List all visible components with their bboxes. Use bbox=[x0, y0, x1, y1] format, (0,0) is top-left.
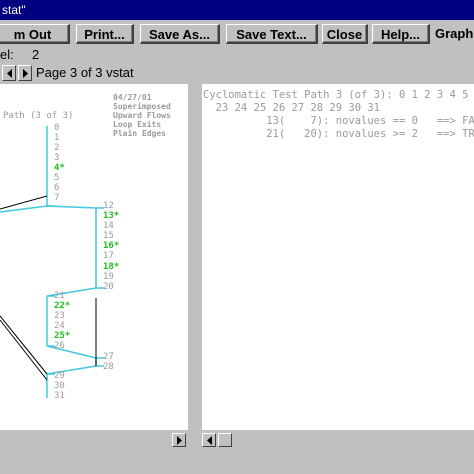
node-label: 2 bbox=[54, 143, 59, 153]
legend-superimposed: Superimposed bbox=[113, 101, 171, 111]
scroll-thumb-right-pane[interactable] bbox=[218, 433, 232, 447]
path-report: Cyclomatic Test Path 3 (of 3): 0 1 2 3 4… bbox=[203, 89, 474, 140]
node-label-highlight: 4* bbox=[54, 163, 65, 173]
node-label: 1 bbox=[54, 133, 59, 143]
node-label: 30 bbox=[54, 381, 65, 391]
graph-pane[interactable]: Path (3 of 3) 04/27/01 Superimposed Upwa… bbox=[0, 84, 189, 430]
node-label: 12 bbox=[103, 201, 114, 211]
save-as-button[interactable]: Save As... bbox=[140, 24, 220, 44]
text-pane[interactable]: Cyclomatic Test Path 3 (of 3): 0 1 2 3 4… bbox=[202, 84, 474, 430]
node-label: 29 bbox=[54, 371, 65, 381]
arrow-right-icon bbox=[177, 436, 182, 445]
window-titlebar: stat" bbox=[0, 0, 474, 20]
flow-graph: Path (3 of 3) 04/27/01 Superimposed Upwa… bbox=[0, 93, 171, 401]
pane-divider[interactable] bbox=[188, 84, 202, 430]
node-label: 17 bbox=[103, 251, 114, 261]
level-row: el: 2 bbox=[0, 46, 474, 64]
level-label: el: bbox=[0, 47, 14, 62]
report-line: Cyclomatic Test Path 3 (of 3): 0 1 2 3 4… bbox=[203, 89, 469, 101]
node-label: 14 bbox=[103, 221, 114, 231]
node-label: 26 bbox=[54, 341, 65, 351]
window-title: stat" bbox=[2, 3, 26, 17]
node-label-highlight: 13* bbox=[103, 211, 119, 221]
legend-upward-flows: Upward Flows bbox=[113, 111, 171, 120]
graph-header: Path (3 of 3) bbox=[3, 111, 73, 121]
node-label: 27 bbox=[103, 352, 114, 362]
plain-edges bbox=[0, 195, 97, 381]
node-label: 0 bbox=[54, 123, 59, 133]
scroll-left-button-right-pane[interactable] bbox=[202, 433, 216, 447]
page-indicator: Page 3 of 3 vstat bbox=[36, 65, 134, 80]
node-label: 23 bbox=[54, 311, 65, 321]
node-label: 19 bbox=[103, 272, 114, 282]
report-line: 13( 7): novalues == 0 ==> FALSE bbox=[203, 115, 474, 127]
node-label: 24 bbox=[54, 321, 65, 331]
node-label: 7 bbox=[54, 193, 59, 203]
legend-date: 04/27/01 bbox=[113, 93, 152, 102]
toolbar: m Out Print... Save As... Save Text... C… bbox=[0, 22, 474, 46]
node-label-highlight: 25* bbox=[54, 331, 70, 341]
node-label: 31 bbox=[54, 391, 65, 401]
node-label: 15 bbox=[103, 231, 114, 241]
zoom-out-button[interactable]: m Out bbox=[0, 24, 70, 44]
arrow-left-icon bbox=[7, 69, 12, 78]
flow-edges bbox=[0, 126, 104, 398]
node-label: 6 bbox=[54, 183, 59, 193]
scroll-right-button-left-pane[interactable] bbox=[172, 433, 186, 447]
prev-page-button[interactable] bbox=[2, 65, 16, 81]
arrow-left-icon bbox=[207, 436, 212, 445]
print-button[interactable]: Print... bbox=[76, 24, 134, 44]
node-label: 20 bbox=[103, 282, 114, 292]
page-row: Page 3 of 3 vstat bbox=[0, 64, 474, 82]
legend-loop-exits: Loop Exits bbox=[113, 119, 161, 129]
level-value: 2 bbox=[32, 47, 40, 62]
node-label-highlight: 22* bbox=[54, 301, 70, 311]
help-button[interactable]: Help... bbox=[372, 24, 430, 44]
node-label-highlight: 16* bbox=[103, 241, 119, 251]
node-label: 21 bbox=[54, 291, 65, 301]
next-page-button[interactable] bbox=[18, 65, 32, 81]
node-label: 28 bbox=[103, 362, 114, 372]
close-button[interactable]: Close bbox=[322, 24, 368, 44]
report-line: 23 24 25 26 27 28 29 30 31 bbox=[203, 102, 380, 114]
status-area bbox=[0, 430, 474, 474]
report-line: 21( 20): novalues >= 2 ==> TRUE bbox=[203, 128, 474, 140]
node-label: 5 bbox=[54, 173, 59, 183]
graph-label: Graph bbox=[435, 26, 474, 41]
node-label: 3 bbox=[54, 153, 59, 163]
legend-plain-edges: Plain Edges bbox=[113, 128, 166, 138]
arrow-right-icon bbox=[23, 69, 28, 78]
save-text-button[interactable]: Save Text... bbox=[226, 24, 318, 44]
node-label-highlight: 18* bbox=[103, 262, 119, 272]
